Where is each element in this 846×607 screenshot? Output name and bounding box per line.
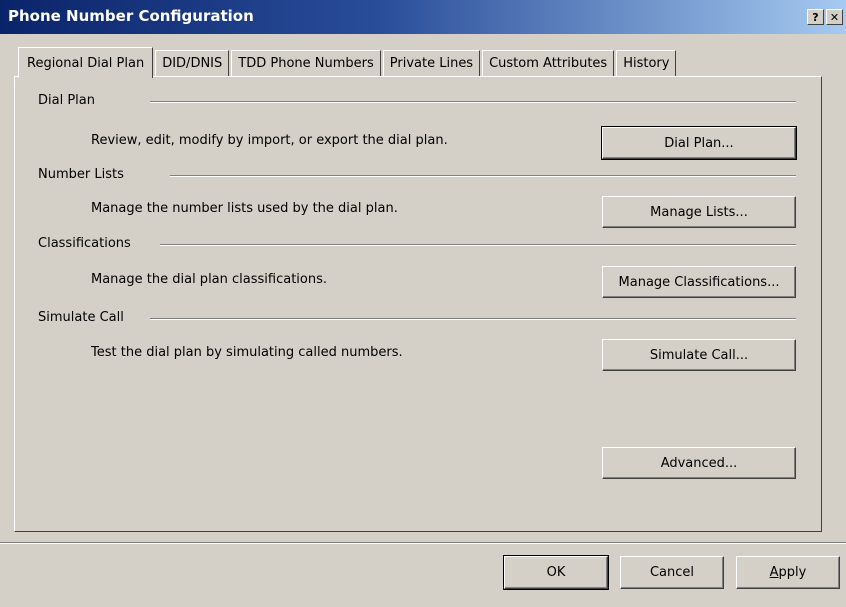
tab-custom-attributes[interactable]: Custom Attributes	[482, 50, 615, 77]
simulate-call-button[interactable]: Simulate Call...	[602, 339, 796, 371]
footer-divider	[0, 542, 846, 544]
group-divider	[160, 244, 796, 246]
tab-tdd-phone-numbers[interactable]: TDD Phone Numbers	[231, 50, 381, 77]
simulate-call-group-label: Simulate Call	[38, 310, 128, 325]
number-lists-group-label: Number Lists	[38, 167, 128, 182]
number-lists-description: Manage the number lists used by the dial…	[91, 201, 398, 216]
apply-label-rest: pply	[778, 565, 807, 580]
window-title: Phone Number Configuration	[8, 7, 254, 25]
title-bar: Phone Number Configuration ? ✕	[0, 0, 846, 34]
dial-plan-description: Review, edit, modify by import, or expor…	[91, 133, 448, 148]
close-icon[interactable]: ✕	[826, 9, 843, 25]
cancel-button[interactable]: Cancel	[620, 556, 724, 589]
manage-lists-button[interactable]: Manage Lists...	[602, 196, 796, 228]
dial-plan-button[interactable]: Dial Plan...	[601, 126, 797, 160]
advanced-button[interactable]: Advanced...	[602, 447, 796, 479]
tab-private-lines[interactable]: Private Lines	[382, 50, 481, 77]
classifications-description: Manage the dial plan classifications.	[91, 272, 328, 287]
group-divider	[150, 318, 796, 320]
apply-button[interactable]: Apply	[736, 556, 840, 589]
group-divider	[150, 101, 796, 103]
group-divider	[170, 175, 796, 177]
manage-classifications-button[interactable]: Manage Classifications...	[602, 266, 796, 298]
simulate-call-description: Test the dial plan by simulating called …	[91, 345, 403, 360]
tab-did-dnis[interactable]: DID/DNIS	[155, 50, 230, 77]
dial-plan-group-label: Dial Plan	[38, 93, 99, 108]
tab-strip: Regional Dial Plan DID/DNIS TDD Phone Nu…	[18, 47, 678, 78]
classifications-group-label: Classifications	[38, 236, 135, 251]
ok-button[interactable]: OK	[503, 555, 609, 590]
apply-access-key: A	[769, 565, 779, 580]
tab-history[interactable]: History	[616, 50, 677, 77]
help-icon[interactable]: ?	[807, 9, 824, 25]
tab-regional-dial-plan[interactable]: Regional Dial Plan	[18, 47, 154, 78]
